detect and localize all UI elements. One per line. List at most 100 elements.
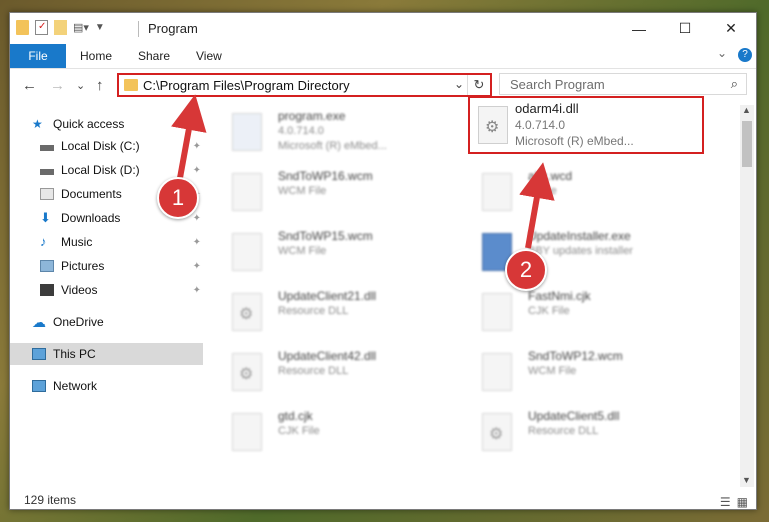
file-type: Resource DLL (528, 425, 599, 437)
file-type: Resource DLL (278, 305, 349, 317)
sidebar-item-label: Videos (61, 283, 98, 297)
address-bar[interactable]: C:\Program Files\Program Directory ⌄ ↻ (117, 73, 492, 97)
help-icon[interactable]: ? (738, 48, 752, 62)
list-item[interactable]: SndToWP16.wcm WCM File (210, 167, 455, 219)
file-type: BBY updates installer (528, 245, 633, 257)
list-item[interactable]: program.exe 4.0.714.0 Microsoft (R) eMbe… (210, 107, 455, 159)
maximize-button[interactable]: ☐ (662, 13, 708, 44)
annotation-badge-1: 1 (157, 177, 199, 219)
file-name: UpdateClient42.dll (278, 349, 377, 363)
window-title: Program (148, 21, 198, 36)
details-view-icon[interactable]: ☰ (720, 495, 731, 509)
annotation-badge-2: 2 (505, 249, 547, 291)
tab-home[interactable]: Home (80, 49, 112, 63)
file-name: abc.wcd (528, 169, 573, 183)
videos-icon (40, 284, 54, 296)
highlighted-file-item[interactable]: odarm4i.dll 4.0.714.0 Microsoft (R) eMbe… (468, 96, 704, 154)
sidebar-item-label: OneDrive (53, 315, 104, 329)
pin-icon: ✦ (192, 212, 201, 224)
status-item-count: 129 items (24, 493, 77, 507)
star-icon: ★ (32, 117, 43, 131)
scroll-up-icon[interactable]: ▲ (742, 105, 751, 115)
recent-locations-button[interactable]: ⌄ (76, 79, 85, 92)
ribbon-expand-icon[interactable]: ⌄ (717, 46, 727, 60)
list-item[interactable]: SndToWP12.wcm WCM File (460, 347, 705, 399)
file-name: UpdateClient5.dll (528, 409, 620, 423)
address-dropdown-icon[interactable]: ⌄ (454, 77, 464, 91)
file-type: WCM File (528, 365, 577, 377)
file-name: SndToWP15.wcm (278, 229, 373, 243)
navigation-pane: ★ Quick access Local Disk (C:) ✦ Local D… (10, 105, 203, 485)
tab-file[interactable]: File (10, 44, 66, 68)
sidebar-item-label: Documents (61, 187, 122, 201)
tab-view[interactable]: View (196, 49, 222, 63)
file-type: Resource DLL (278, 365, 349, 377)
dll-icon (482, 413, 512, 451)
vertical-scrollbar[interactable]: ▲ ▼ (740, 105, 754, 487)
download-icon: ⬇ (40, 210, 51, 225)
sidebar-item-label: Network (53, 379, 98, 393)
refresh-button[interactable]: ↻ (467, 75, 490, 95)
pin-icon: ✦ (192, 140, 201, 152)
file-type: CJK File (528, 305, 570, 317)
file-name: UpdateClient21.dll (278, 289, 377, 303)
search-input[interactable]: Search Program ⌕ (499, 73, 747, 95)
close-button[interactable]: ✕ (708, 13, 754, 44)
list-item[interactable]: FastNmi.cjk CJK File (460, 287, 705, 339)
sidebar-item-network[interactable]: Network (32, 375, 203, 397)
sidebar-item-onedrive[interactable]: ☁ OneDrive (32, 311, 203, 333)
sidebar-item-quick-access[interactable]: ★ Quick access (32, 113, 225, 135)
sidebar-item-label: Pictures (61, 259, 105, 273)
explorer-window: ✓ ▤▾ ▼ Program — ☐ ✕ File Home Share Vie… (9, 12, 757, 510)
forward-button[interactable]: → (50, 77, 65, 94)
file-name: gtd.cjk (278, 409, 313, 423)
file-icon (232, 173, 262, 211)
list-item[interactable]: abc.wcd D File (460, 167, 705, 219)
file-type: CJK File (278, 425, 320, 437)
properties-icon[interactable]: ✓ (35, 20, 48, 35)
file-icon (482, 353, 512, 391)
scroll-down-icon[interactable]: ▼ (742, 475, 751, 485)
sidebar-item-music[interactable]: ♪ Music ✦ (40, 231, 203, 253)
exe-icon (232, 113, 262, 151)
folder-icon (124, 79, 138, 91)
file-version: 4.0.714.0 (515, 118, 566, 132)
list-item[interactable]: UpdateInstaller.exe BBY updates installe… (460, 227, 705, 279)
back-button[interactable]: ← (22, 77, 37, 94)
cloud-icon: ☁ (32, 314, 46, 330)
file-icon (482, 293, 512, 331)
sidebar-item-this-pc[interactable]: This PC (10, 343, 203, 365)
file-name: odarm4i.dll (515, 101, 579, 116)
minimize-button[interactable]: — (616, 13, 662, 44)
sidebar-item-local-disk-c[interactable]: Local Disk (C:) ✦ (40, 135, 203, 157)
drive-icon (40, 169, 54, 175)
sidebar-item-label: Local Disk (C:) (61, 139, 140, 153)
folder-icon[interactable] (16, 20, 29, 35)
toolbar-dropdown-icon[interactable]: ▼ (95, 22, 105, 33)
file-name: SndToWP16.wcm (278, 169, 373, 183)
customize-toolbar-icon[interactable]: ▤▾ (73, 21, 89, 34)
scrollbar-thumb[interactable] (742, 121, 752, 167)
list-item[interactable]: UpdateClient5.dll Resource DLL (460, 407, 705, 459)
file-icon (482, 173, 512, 211)
documents-icon (40, 188, 54, 200)
list-item[interactable]: SndToWP15.wcm WCM File (210, 227, 455, 279)
file-icon (232, 233, 262, 271)
sidebar-item-videos[interactable]: Videos ✦ (40, 279, 203, 301)
list-item[interactable]: UpdateClient21.dll Resource DLL (210, 287, 455, 339)
ribbon: File Home Share View ⌄ ? (10, 44, 756, 69)
quick-access-toolbar: ✓ ▤▾ ▼ (16, 20, 105, 35)
dll-icon (232, 353, 262, 391)
sidebar-item-pictures[interactable]: Pictures ✦ (40, 255, 203, 277)
address-path[interactable]: C:\Program Files\Program Directory (143, 78, 350, 93)
computer-icon (32, 348, 46, 360)
list-item[interactable]: UpdateClient42.dll Resource DLL (210, 347, 455, 399)
tiles-view-icon[interactable]: ▦ (737, 495, 748, 509)
sidebar-item-label: Quick access (53, 117, 125, 131)
list-item[interactable]: gtd.cjk CJK File (210, 407, 455, 459)
new-folder-icon[interactable] (54, 20, 67, 35)
pictures-icon (40, 260, 54, 272)
sidebar-item-label: Downloads (61, 211, 121, 225)
up-button[interactable]: ↑ (96, 77, 104, 94)
tab-share[interactable]: Share (138, 49, 170, 63)
